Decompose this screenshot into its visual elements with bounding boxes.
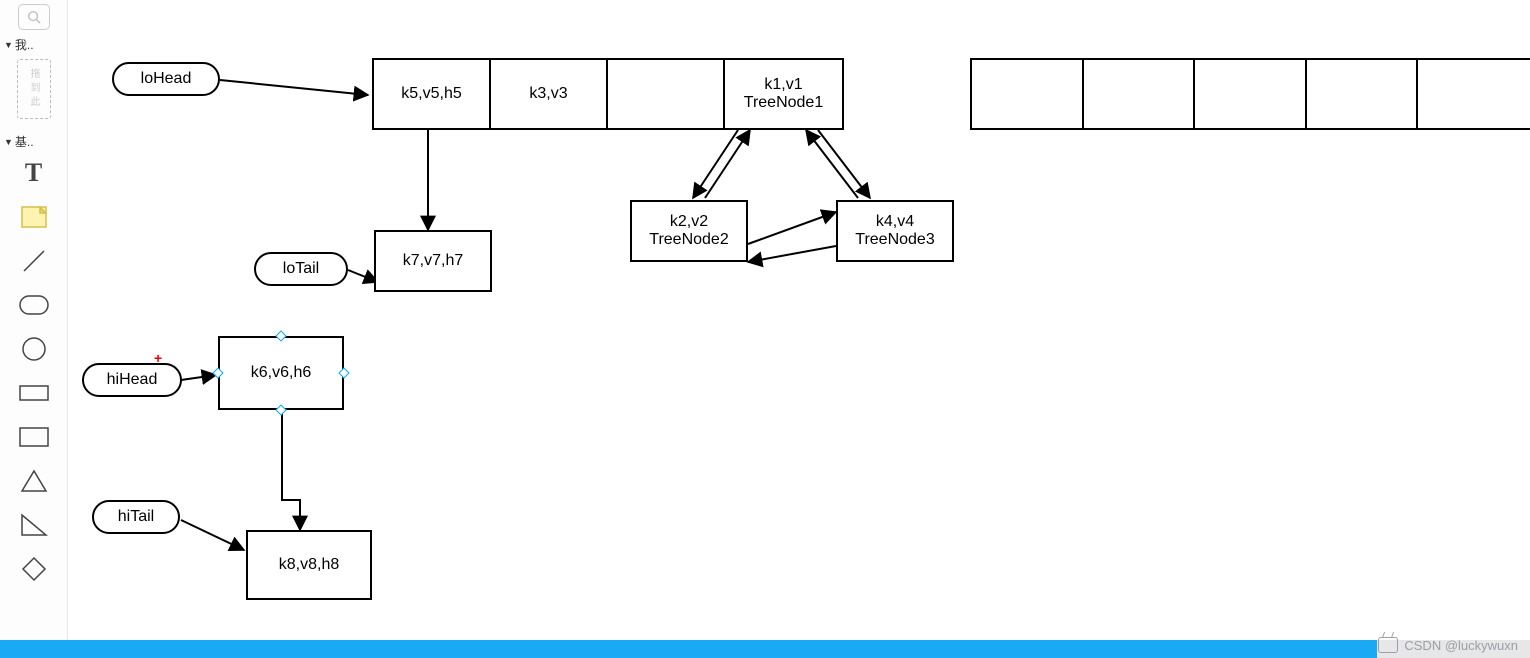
cell-text: k3,v3	[529, 85, 567, 103]
node-k6[interactable]: k6,v6,h6	[218, 336, 344, 410]
right-triangle-icon	[20, 513, 48, 537]
node-line2: TreeNode3	[855, 231, 934, 249]
sidebar-section-basic[interactable]: ▼ 基..	[0, 127, 67, 152]
search-button[interactable]	[18, 4, 50, 30]
caret-down-icon: ▼	[4, 40, 13, 50]
node-text: k7,v7,h7	[403, 252, 463, 270]
caret-down-icon: ▼	[4, 137, 13, 147]
watermark-text: CSDN @luckywuxn	[1404, 638, 1518, 653]
cell-text: k5,v5,h5	[401, 85, 461, 103]
sidebar: ▼ 我.. 拖到此 ▼ 基.. T	[0, 0, 68, 640]
triangle-icon	[20, 469, 48, 493]
array1-cell-3[interactable]: k1,v1 TreeNode1	[725, 60, 842, 128]
sidebar-section-my-label: 我..	[15, 36, 34, 53]
pointer-hiHead[interactable]: hiHead	[82, 363, 182, 397]
pointer-label: hiHead	[107, 371, 158, 389]
cell-line1: k1,v1	[764, 76, 802, 94]
array-2[interactable]	[970, 58, 1530, 130]
array-1[interactable]: k5,v5,h5 k3,v3 k1,v1 TreeNode1	[372, 58, 844, 130]
node-text: k8,v8,h8	[279, 556, 339, 574]
pointer-loHead[interactable]: loHead	[112, 62, 220, 96]
rect-icon	[19, 427, 49, 447]
tool-rect-thick[interactable]	[14, 422, 54, 452]
add-connection-icon[interactable]: +	[154, 350, 162, 366]
sidebar-section-basic-label: 基..	[15, 133, 34, 150]
array2-cell-2[interactable]	[1195, 60, 1307, 128]
array2-cell-0[interactable]	[972, 60, 1084, 128]
pointer-hiTail[interactable]: hiTail	[92, 500, 180, 534]
tool-rounded-rect[interactable]	[14, 290, 54, 320]
line-icon	[20, 247, 48, 275]
tool-circle[interactable]	[14, 334, 54, 364]
sidebar-section-my[interactable]: ▼ 我..	[0, 30, 67, 55]
tool-triangle[interactable]	[14, 466, 54, 496]
array2-cell-4[interactable]	[1418, 60, 1530, 128]
array2-cell-3[interactable]	[1307, 60, 1419, 128]
pointer-label: hiTail	[118, 508, 154, 526]
node-k8[interactable]: k8,v8,h8	[246, 530, 372, 600]
array1-cell-1[interactable]: k3,v3	[491, 60, 608, 128]
cell-line2: TreeNode1	[744, 94, 823, 112]
node-k7[interactable]: k7,v7,h7	[374, 230, 492, 292]
pointer-label: loHead	[141, 70, 192, 88]
tool-rect-thin[interactable]	[14, 378, 54, 408]
tool-right-triangle[interactable]	[14, 510, 54, 540]
array2-cell-1[interactable]	[1084, 60, 1196, 128]
array1-cell-0[interactable]: k5,v5,h5	[374, 60, 491, 128]
node-treenode2[interactable]: k2,v2 TreeNode2	[630, 200, 748, 262]
pointer-loTail[interactable]: loTail	[254, 252, 348, 286]
canvas[interactable]: loHead loTail hiHead hiTail k5,v5,h5 k3,…	[68, 0, 1530, 640]
array1-cell-2[interactable]	[608, 60, 725, 128]
watermark: CSDN @luckywuxn	[1378, 637, 1518, 653]
video-progress-bar[interactable]	[0, 640, 1530, 658]
note-icon	[21, 206, 47, 228]
tool-note[interactable]	[14, 202, 54, 232]
circle-icon	[21, 336, 47, 362]
node-line1: k4,v4	[876, 213, 914, 231]
node-line2: TreeNode2	[649, 231, 728, 249]
node-treenode3[interactable]: k4,v4 TreeNode3	[836, 200, 954, 262]
tool-list: T	[0, 152, 67, 584]
tool-text[interactable]: T	[14, 158, 54, 188]
tool-diamond[interactable]	[14, 554, 54, 584]
node-line1: k2,v2	[670, 213, 708, 231]
node-text: k6,v6,h6	[251, 364, 311, 382]
bilibili-tv-icon	[1378, 637, 1398, 653]
sidebar-drop-target[interactable]: 拖到此	[17, 59, 51, 119]
video-progress-fill	[0, 640, 1377, 658]
tool-line[interactable]	[14, 246, 54, 276]
diamond-icon	[21, 556, 47, 582]
rect-icon	[19, 385, 49, 401]
rounded-rect-icon	[19, 295, 49, 315]
pointer-label: loTail	[283, 260, 319, 278]
